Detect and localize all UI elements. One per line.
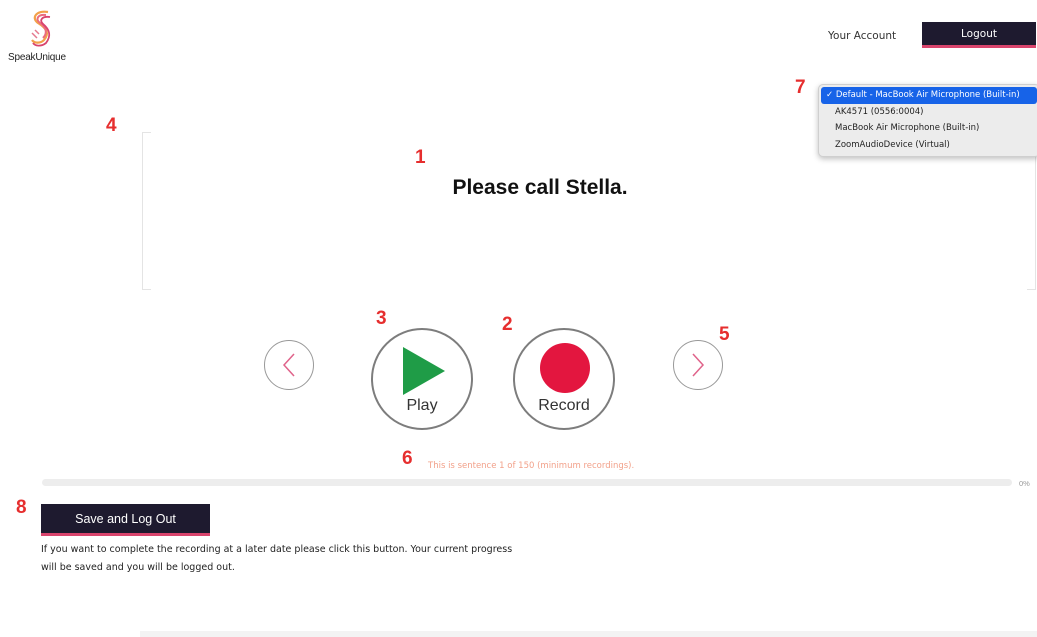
speakunique-logo-icon <box>31 10 51 47</box>
annotation-6: 6 <box>402 448 413 469</box>
chevron-right-icon <box>692 353 705 377</box>
annotation-4: 4 <box>106 115 117 136</box>
play-label: Play <box>406 397 438 414</box>
chevron-left-icon <box>282 353 295 377</box>
record-icon <box>540 343 590 393</box>
logout-button[interactable]: Logout <box>922 22 1036 48</box>
your-account-link[interactable]: Your Account <box>828 30 896 42</box>
footer-divider <box>140 631 1037 637</box>
sentence-text: Please call Stella. <box>452 176 628 199</box>
sentence-progress-status: This is sentence 1 of 150 (minimum recor… <box>428 461 635 471</box>
annotation-1: 1 <box>415 147 426 168</box>
annotation-5: 5 <box>719 324 730 345</box>
annotation-8: 8 <box>16 497 27 518</box>
sentence-panel-left-edge <box>142 132 151 290</box>
brand-name: SpeakUnique <box>8 52 66 63</box>
play-button[interactable]: Play <box>371 328 473 430</box>
microphone-select-menu[interactable]: ✓ Default - MacBook Air Microphone (Buil… <box>818 84 1037 157</box>
mic-option-ak4571[interactable]: AK4571 (0556:0004) <box>819 104 1037 121</box>
mic-option-default[interactable]: ✓ Default - MacBook Air Microphone (Buil… <box>821 87 1037 104</box>
sentence-panel-right-edge <box>1027 150 1036 290</box>
progress-percent: 0% <box>1019 479 1030 488</box>
next-sentence-button[interactable] <box>673 340 723 390</box>
save-help-text: If you want to complete the recording at… <box>41 544 513 573</box>
record-button[interactable]: Record <box>513 328 615 430</box>
annotation-7: 7 <box>795 77 806 98</box>
progress-bar <box>42 479 1012 486</box>
brand-logo[interactable]: SpeakUnique <box>8 8 78 68</box>
annotation-2: 2 <box>502 314 513 335</box>
mic-option-zoom[interactable]: ZoomAudioDevice (Virtual) <box>819 137 1037 154</box>
record-label: Record <box>538 397 590 414</box>
mic-option-macbook-air[interactable]: MacBook Air Microphone (Built-in) <box>819 120 1037 137</box>
annotation-3: 3 <box>376 308 387 329</box>
save-and-log-out-button[interactable]: Save and Log Out <box>41 504 210 536</box>
previous-sentence-button[interactable] <box>264 340 314 390</box>
play-icon <box>403 347 445 395</box>
